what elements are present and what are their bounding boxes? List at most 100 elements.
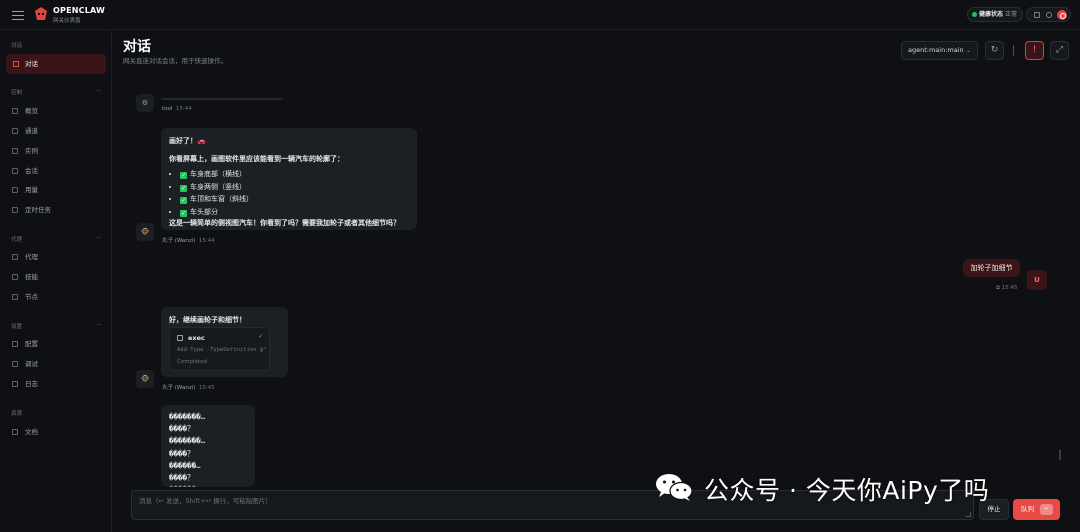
list-item: ✓车顶和车窗（斜线） <box>180 193 409 206</box>
sidebar-item-label: 用量 <box>25 186 38 194</box>
sidebar-item-label: 配置 <box>25 340 38 348</box>
section-label-control: 控制 <box>11 90 23 96</box>
checkmark-icon: ✓ <box>180 172 187 179</box>
message-time: 15:44 <box>198 238 215 244</box>
brand-subtitle: 网关仪表盘 <box>53 18 81 24</box>
sender-name: 丸子 (Wanzi) <box>162 385 196 391</box>
resize-handle-icon[interactable] <box>966 512 971 517</box>
top-icon-group <box>1026 7 1071 22</box>
assistant-meta: 丸子 (Wanzi) 15:45 <box>162 383 215 391</box>
fullscreen-icon: ⤢ <box>1055 45 1064 55</box>
usage-icon <box>12 187 18 193</box>
sidebar-item-logs[interactable]: 日志 <box>11 377 105 391</box>
sidebar-item-label: 实例 <box>25 147 38 155</box>
sender-name: 丸子 (Wanzi) <box>162 238 196 244</box>
sidebar-item-cron[interactable]: 定时任务 <box>11 203 105 217</box>
collapse-icon[interactable]: − <box>96 234 101 241</box>
link-icon <box>12 128 18 134</box>
sidebar-item-docs[interactable]: 文档 <box>11 425 105 439</box>
sidebar-item-label: 节点 <box>25 293 38 301</box>
power-icon[interactable] <box>1057 10 1067 20</box>
gear-icon <box>12 341 18 347</box>
sidebar-item-debug[interactable]: 调试 <box>11 357 105 371</box>
message-line: ����？ <box>169 424 195 434</box>
enter-key-icon: ↩ <box>1040 504 1053 515</box>
list-item: ✓车身底部（横线） <box>180 168 409 181</box>
signal-icon <box>12 148 18 154</box>
message-intro: 你看屏幕上，画图软件里应该能看到一辆汽车的轮廓了： <box>169 154 344 163</box>
divider <box>1013 45 1014 56</box>
tool-call-card[interactable]: exec ✓ Add-Type -TypeDefinition @" Compl… <box>169 327 270 371</box>
list-item-text: 车顶和车窗（斜线） <box>190 195 253 203</box>
menu-toggle-icon[interactable] <box>11 9 25 21</box>
sender-name: tool <box>162 106 173 112</box>
sidebar: 对话 对话 控制 − 概览 通道 实例 会话 用量 定时任务 代理 − 代理 技… <box>0 31 112 532</box>
chat-icon <box>13 61 19 67</box>
sidebar-item-label: 调试 <box>25 360 38 368</box>
agent-select[interactable]: agent:main:main ⌄ <box>901 41 978 60</box>
focus-toggle-button[interactable]: ! <box>1025 41 1044 60</box>
message-line: ������… <box>169 460 201 470</box>
message-time: 15:45 <box>1001 285 1018 291</box>
sidebar-item-instances[interactable]: 实例 <box>11 144 105 158</box>
queue-label: 队列 <box>1021 505 1034 513</box>
collapse-icon[interactable]: − <box>96 87 101 94</box>
wechat-icon <box>656 474 693 501</box>
message-line: �������… <box>169 412 206 421</box>
sidebar-item-config[interactable]: 配置 <box>11 337 105 351</box>
assistant-meta: 丸子 (Wanzi) 15:44 <box>162 236 215 244</box>
folder-icon <box>12 254 18 260</box>
sidebar-item-channels[interactable]: 通道 <box>11 124 105 138</box>
health-label: 健康状态 <box>979 11 1004 18</box>
checkmark-icon: ✓ <box>180 184 187 192</box>
health-value: 正常 <box>1005 11 1018 18</box>
assistant-message: 画好了！🚗 你看屏幕上，画图软件里应该能看到一辆汽车的轮廓了： ✓车身底部（横线… <box>161 128 417 230</box>
user-meta: ⧉ 15:45 <box>996 285 1018 292</box>
tool-avatar-icon: ⚙ <box>136 94 154 112</box>
theme-icon[interactable] <box>1046 12 1052 18</box>
sidebar-item-label: 定时任务 <box>25 206 51 214</box>
health-status: 健康状态 正常 <box>967 7 1023 22</box>
scrollbar[interactable] <box>1059 450 1061 460</box>
sidebar-item-agents[interactable]: 代理 <box>11 250 105 264</box>
openclaw-logo <box>35 7 47 20</box>
chevron-down-icon: ⌄ <box>965 47 971 54</box>
brand-name: OPENCLAW <box>53 6 106 15</box>
sidebar-item-label: 日志 <box>25 380 38 388</box>
sidebar-item-label: 概览 <box>25 107 38 115</box>
page-title: 对话 <box>123 39 151 55</box>
list-item-text: 车头部分 <box>190 207 218 216</box>
monitor-icon <box>12 294 18 300</box>
sidebar-item-label: 文档 <box>25 428 38 436</box>
sidebar-item-nodes[interactable]: 节点 <box>11 290 105 304</box>
message-text: 好，继续画轮子和细节！ <box>169 316 246 324</box>
sidebar-item-label: 代理 <box>25 253 38 261</box>
queue-button[interactable]: 队列 ↩ <box>1013 499 1060 520</box>
chart-icon <box>12 108 18 114</box>
collapse-icon[interactable]: − <box>96 321 101 328</box>
user-message: 加轮子加细节 <box>963 259 1020 277</box>
bug-icon <box>12 361 18 367</box>
assistant-avatar: 🐵 <box>136 370 154 388</box>
sidebar-item-overview[interactable]: 概览 <box>11 104 105 118</box>
document-icon <box>12 168 18 174</box>
sidebar-item-usage[interactable]: 用量 <box>11 183 105 197</box>
monitor-icon[interactable] <box>1034 12 1040 18</box>
fullscreen-button[interactable]: ⤢ <box>1050 41 1069 60</box>
message-time: 15:44 <box>175 106 192 112</box>
message-line: ����？ <box>169 473 195 483</box>
section-label-resources: 资源 <box>11 411 23 417</box>
clock-icon <box>12 207 18 213</box>
sidebar-item-chat[interactable]: 对话 <box>6 54 106 74</box>
message-list: ✓车身底部（横线） ✓车身两侧（竖线） ✓车顶和车窗（斜线） ✓车头部分 <box>169 168 409 218</box>
alert-icon: ! <box>1032 45 1037 55</box>
assistant-avatar: 🐵 <box>136 223 154 241</box>
watermark-text: 公众号 · 今天你AiPy了吗 <box>704 476 990 505</box>
sidebar-item-sessions[interactable]: 会话 <box>11 164 105 178</box>
tool-status: Completed <box>177 359 207 365</box>
refresh-button[interactable]: ↻ <box>985 41 1004 60</box>
copy-icon[interactable]: ⧉ <box>996 285 1000 291</box>
book-icon <box>12 429 18 435</box>
sidebar-item-skills[interactable]: 技能 <box>11 270 105 284</box>
log-icon <box>12 381 18 387</box>
